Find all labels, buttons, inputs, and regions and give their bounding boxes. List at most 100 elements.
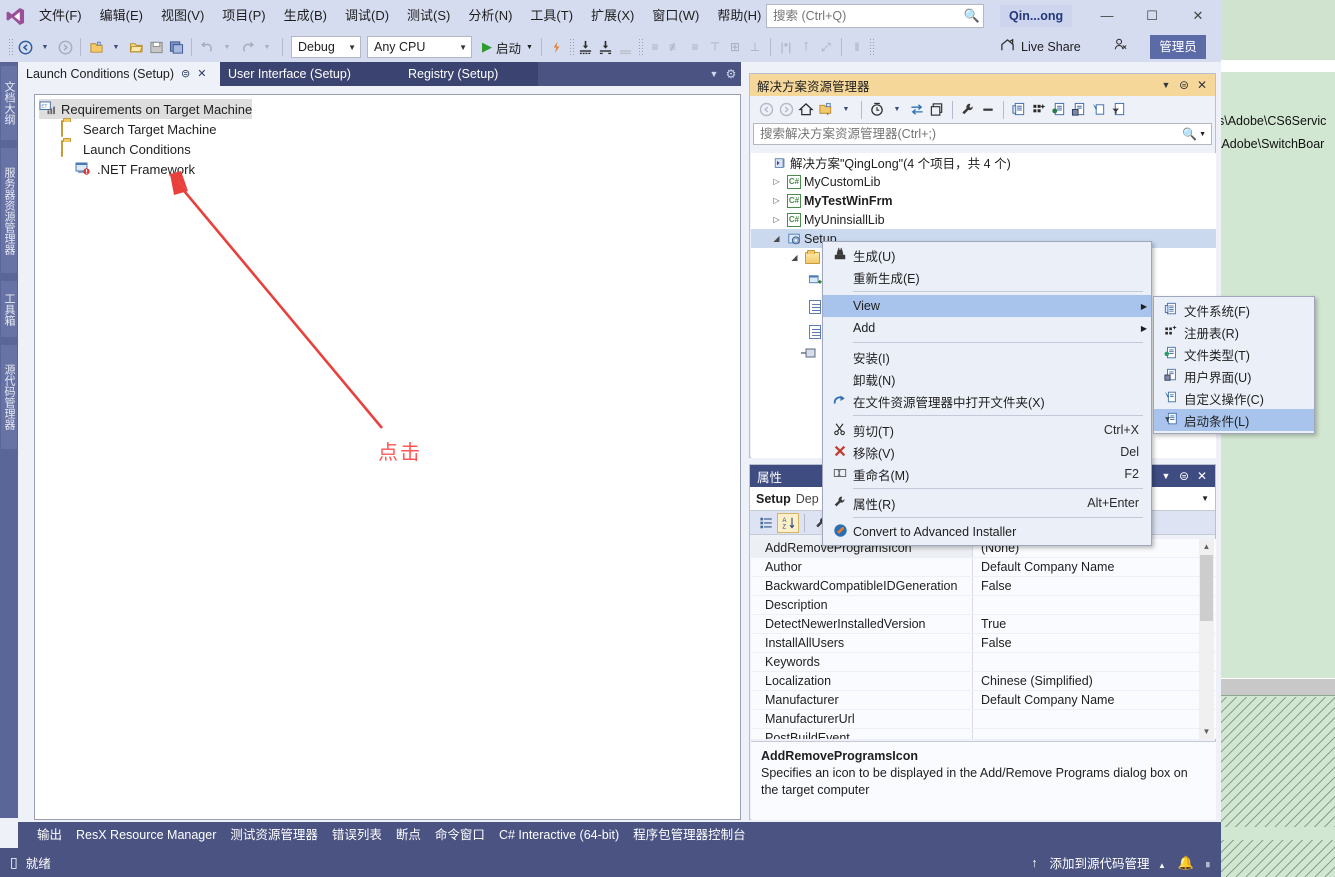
resize-grip[interactable]: ▖ [1206,857,1213,868]
property-value[interactable] [973,710,1216,728]
view-submenu[interactable]: 文件系统(F) 注册表(R) 文件类型(T) 用户界面(U) 自定义操作(C) [1153,296,1315,434]
start-debug-button[interactable]: ▶ 启动 ▼ [475,38,536,57]
properties-wrench-icon[interactable] [958,99,978,121]
menu-analyze[interactable]: 分析(N) [459,0,521,32]
chevron-down-icon[interactable]: ▼ [1157,471,1175,481]
menu-help[interactable]: 帮助(H) [708,0,770,32]
chevron-down-icon[interactable]: ▼ [1199,131,1211,138]
bottom-tab-test-explorer[interactable]: 测试资源管理器 [223,822,325,848]
live-share-button[interactable]: Live Share [1000,36,1081,58]
menu-edit[interactable]: 编辑(E) [91,0,152,32]
property-value[interactable]: Default Company Name [973,691,1216,709]
property-row[interactable]: Author Default Company Name [751,558,1216,577]
chevron-down-icon[interactable]: ▼ [1201,494,1209,503]
view-designer-icon[interactable] [1069,99,1089,121]
menu-extensions[interactable]: 扩展(X) [582,0,643,32]
menu-window[interactable]: 窗口(W) [643,0,708,32]
add-to-source-control-button[interactable]: 添加到源代码管理 ▲ [1049,853,1165,872]
chevron-down-icon[interactable]: ▼ [1157,80,1175,90]
context-menu-item-rename[interactable]: 重命名(M) F2 [823,463,1151,485]
pin-icon[interactable]: ⊜ [1175,78,1193,92]
context-menu-item-properties[interactable]: 属性(R) Alt+Enter [823,492,1151,514]
property-row[interactable]: ManufacturerUrl [751,710,1216,729]
solution-configuration-combo[interactable]: Debug ▼ [291,36,361,58]
sidebar-item-server-explorer[interactable]: 服务器资源管理器 [1,148,17,273]
maximize-button[interactable]: ☐ [1130,0,1174,32]
menu-tools[interactable]: 工具(T) [521,0,582,32]
property-value[interactable]: False [973,634,1216,652]
tab-launch-conditions[interactable]: Launch Conditions (Setup) ⊜ ✕ [18,62,220,86]
property-value[interactable]: False [973,577,1216,595]
context-menu-item-add[interactable]: Add ▶ [823,317,1151,339]
bottom-tab-command-window[interactable]: 命令窗口 [428,822,492,848]
toolbar-grip[interactable] [568,38,574,56]
scrollbar-thumb[interactable] [1200,555,1213,621]
submenu-item-file-types[interactable]: 文件类型(T) [1154,343,1314,365]
property-value[interactable] [973,729,1216,739]
context-menu-item-convert-to-advanced-installer[interactable]: Convert to Advanced Installer [823,521,1151,543]
minus-icon[interactable] [978,99,998,121]
context-menu-item-uninstall[interactable]: 卸载(N) [823,368,1151,390]
show-all-files-icon[interactable] [1009,99,1029,121]
property-row[interactable]: Localization Chinese (Simplified) [751,672,1216,691]
feedback-person-icon[interactable] [1113,37,1128,55]
quick-search-box[interactable]: 🔍 [766,4,984,28]
new-project-dropdown-icon[interactable]: ▼ [106,36,126,58]
sync-icon[interactable] [907,99,927,121]
close-button[interactable]: ✕ [1176,0,1220,32]
pin-icon[interactable]: ⊜ [1175,469,1193,483]
property-value[interactable]: True [973,615,1216,633]
open-file-icon[interactable] [126,36,146,58]
expander[interactable]: ◢ [787,253,802,262]
chevron-down-icon[interactable]: ▼ [836,99,856,121]
refresh-icon[interactable] [1089,99,1109,121]
properties-scrollbar[interactable]: ▲ ▼ [1199,539,1214,739]
home-icon[interactable] [796,99,816,121]
property-row[interactable]: PostBuildEvent [751,729,1216,739]
close-icon[interactable]: ✕ [1193,78,1211,92]
property-value[interactable]: Default Company Name [973,558,1216,576]
pending-changes-icon[interactable] [867,99,887,121]
notifications-bell-icon[interactable]: 🔔 [1178,855,1194,871]
navigate-backward-icon[interactable] [15,36,35,58]
submenu-item-custom-actions[interactable]: 自定义操作(C) [1154,387,1314,409]
bottom-tab-breakpoints[interactable]: 断点 [389,822,428,848]
save-all-icon[interactable] [166,36,186,58]
expander[interactable]: ▷ [769,196,784,205]
minimize-button[interactable]: — [1085,0,1129,32]
scroll-up-icon[interactable]: ▲ [1199,539,1214,554]
solution-root-row[interactable]: 解决方案"QingLong"(4 个项目，共 4 个) [751,153,1216,172]
bottom-tab-error-list[interactable]: 错误列表 [325,822,389,848]
project-row-mytestwinfrm[interactable]: ▷ C# MyTestWinFrm [751,191,1216,210]
menu-build[interactable]: 生成(B) [275,0,336,32]
context-menu-item-view[interactable]: View ▶ [823,295,1151,317]
context-menu-item-remove[interactable]: 移除(V) Del [823,441,1151,463]
navigate-backward-dropdown-icon[interactable]: ▼ [35,36,55,58]
filter-icon[interactable] [1109,99,1129,121]
bottom-tab-resx-resource-manager[interactable]: ResX Resource Manager [69,822,223,848]
property-row[interactable]: DetectNewerInstalledVersion True [751,615,1216,634]
collapse-all-icon[interactable] [927,99,947,121]
property-value[interactable] [973,653,1216,671]
submenu-item-launch-conditions[interactable]: 启动条件(L) [1154,409,1314,431]
categorized-icon[interactable] [755,513,777,533]
menu-debug[interactable]: 调试(D) [336,0,398,32]
context-menu-item-rebuild[interactable]: 重新生成(E) [823,266,1151,288]
preview-selected-items-icon[interactable] [1029,99,1049,121]
project-row-myuninsialllib[interactable]: ▷ C# MyUninsiallLib [751,210,1216,229]
expander[interactable]: ◢ [769,234,784,243]
toolbar-grip[interactable] [8,38,13,56]
property-value[interactable] [973,596,1216,614]
expander[interactable]: ▷ [769,177,784,186]
context-menu-item-install[interactable]: 安装(I) [823,346,1151,368]
solution-explorer-search-input[interactable] [754,127,1179,141]
quick-search-input[interactable] [767,9,961,23]
menu-file[interactable]: 文件(F) [30,0,91,32]
gear-icon[interactable]: ⚙ [722,64,740,84]
view-code-icon[interactable] [1049,99,1069,121]
save-icon[interactable] [146,36,166,58]
sidebar-item-document-outline[interactable]: 文档大纲 [1,66,17,140]
property-value[interactable]: Chinese (Simplified) [973,672,1216,690]
chevron-down-icon[interactable]: ▼ [887,99,907,121]
new-project-icon[interactable] [86,36,106,58]
